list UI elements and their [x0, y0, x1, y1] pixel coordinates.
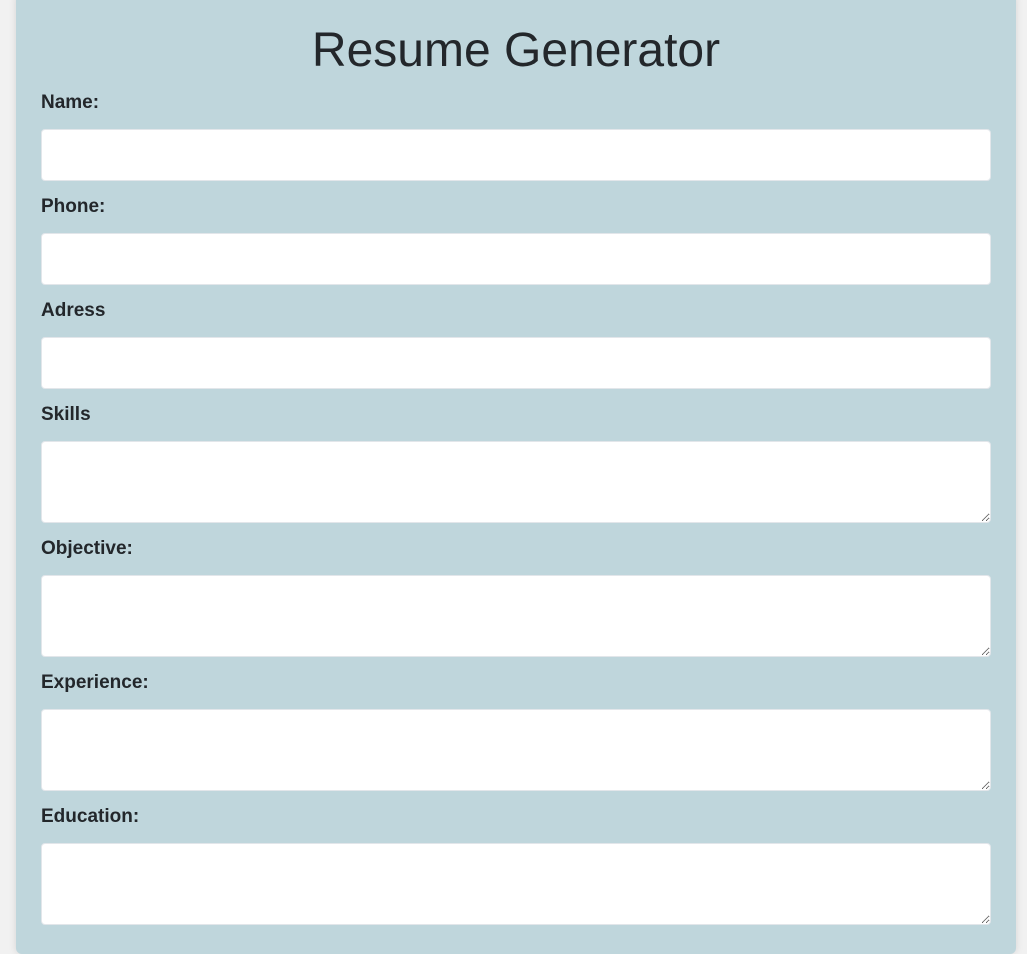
objective-label: Objective: [41, 538, 133, 559]
phone-label: Phone: [41, 196, 106, 217]
experience-label: Experience: [41, 672, 149, 693]
resume-form-card: Resume Generator Name: Phone: Adress Ski… [16, 0, 1016, 954]
page-title: Resume Generator [311, 24, 721, 77]
skills-label: Skills [41, 404, 91, 425]
address-label: Adress [41, 300, 106, 321]
experience-textarea[interactable] [41, 709, 991, 791]
name-label: Name: [41, 92, 100, 113]
education-label: Education: [41, 806, 140, 827]
address-input[interactable] [41, 337, 991, 389]
phone-input[interactable] [41, 233, 991, 285]
skills-textarea[interactable] [41, 441, 991, 523]
objective-textarea[interactable] [41, 575, 991, 657]
education-textarea[interactable] [41, 843, 991, 925]
name-input[interactable] [41, 129, 991, 181]
